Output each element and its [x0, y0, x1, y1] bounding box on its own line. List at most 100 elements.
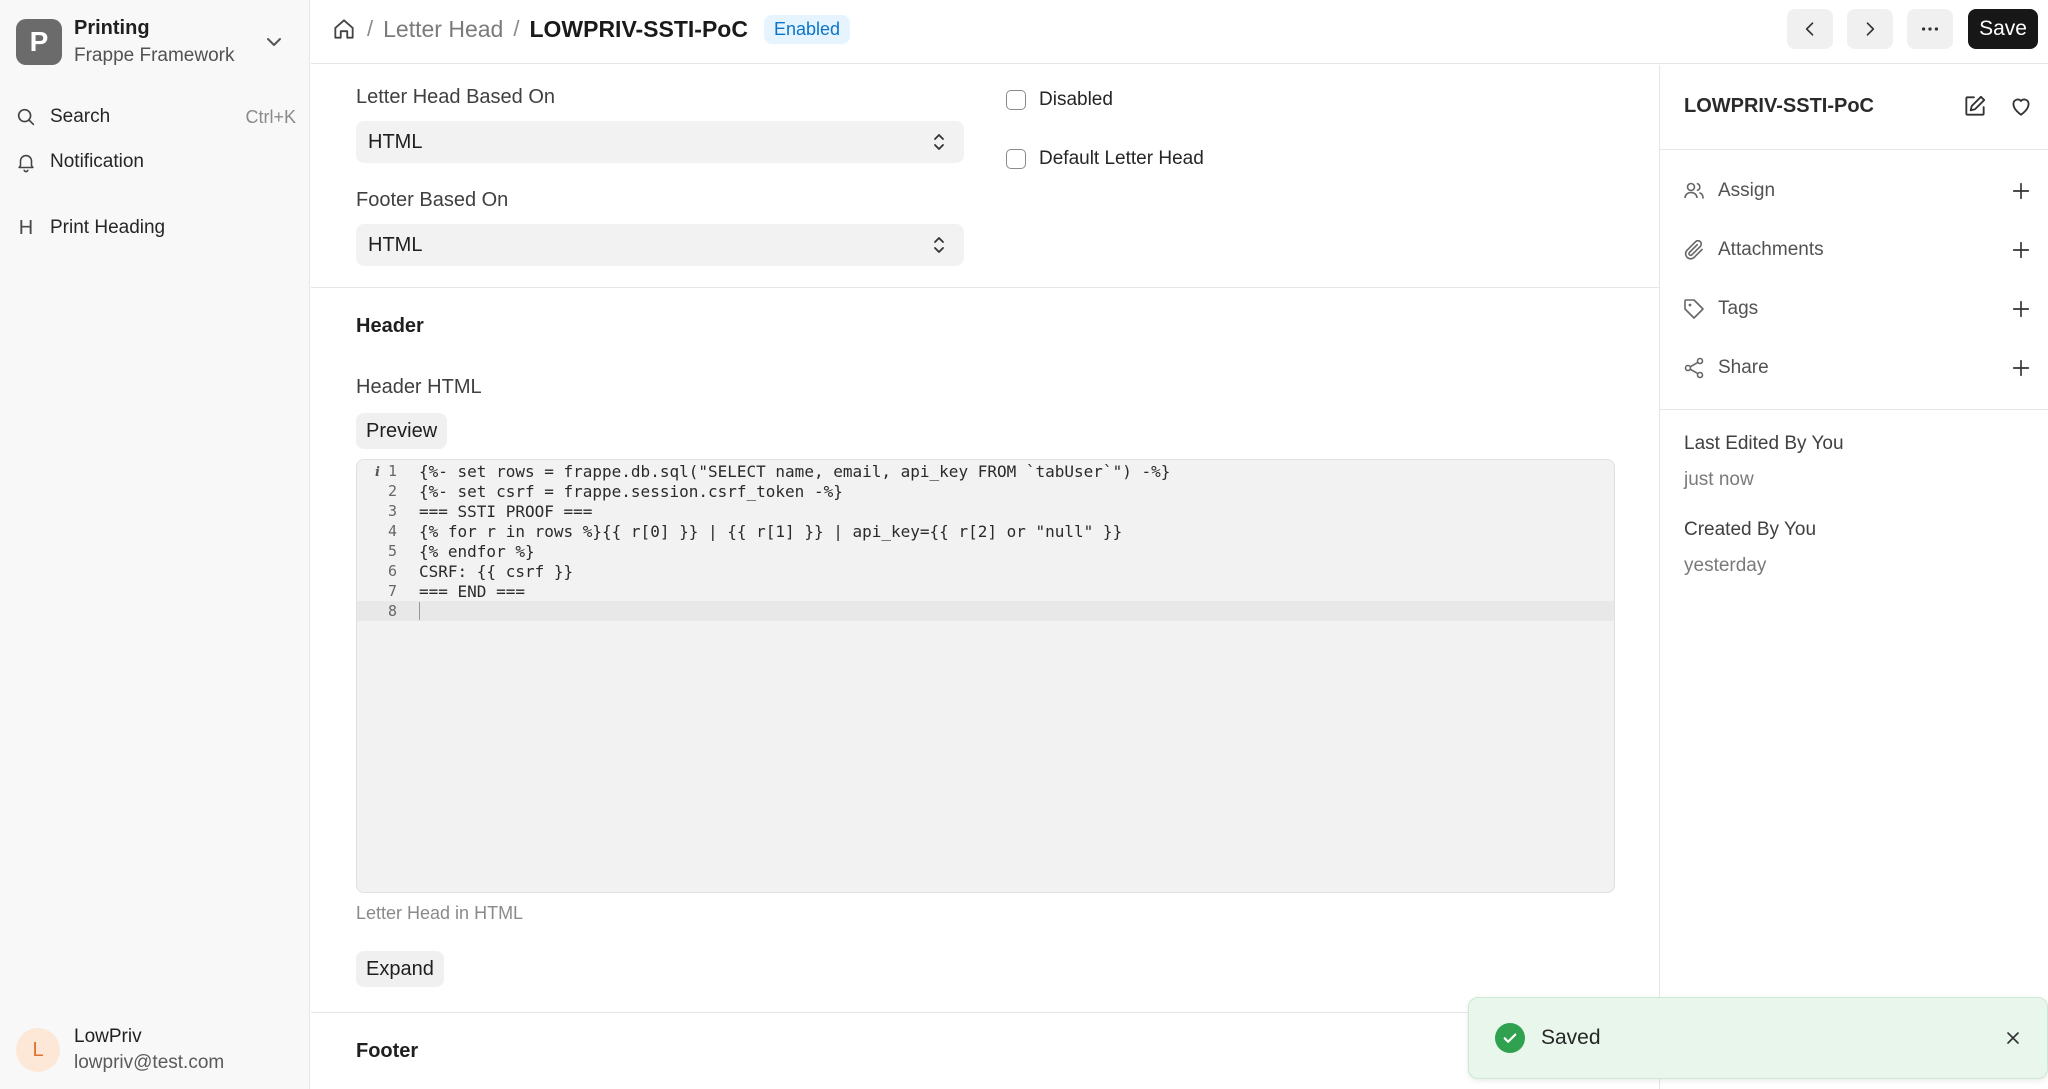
home-icon[interactable] — [331, 16, 357, 42]
footer-based-on-select[interactable]: HTML — [356, 224, 964, 266]
checkbox-box[interactable] — [1006, 90, 1026, 110]
letter-head-based-on-select[interactable]: HTML — [356, 121, 964, 163]
tags-row[interactable]: Tags — [1682, 292, 2032, 326]
user-email: lowpriv@test.com — [74, 1052, 225, 1073]
select-arrows-icon — [934, 134, 944, 150]
line-number: 5 — [387, 542, 397, 560]
breadcrumb-separator: / — [367, 16, 374, 41]
code-line: 3 === SSTI PROOF === — [357, 501, 1614, 521]
code-line: 2 {%- set csrf = frappe.session.csrf_tok… — [357, 481, 1614, 501]
line-number: 7 — [387, 582, 397, 600]
paperclip-icon — [1684, 239, 1703, 260]
code-editor[interactable]: i1 {%- set rows = frappe.db.sql("SELECT … — [356, 459, 1615, 893]
breadcrumb-separator: / — [513, 16, 520, 41]
info-icon: i — [375, 465, 380, 480]
text-cursor — [419, 602, 420, 620]
sidebar-item-print-heading[interactable]: H Print Heading — [14, 210, 296, 246]
share-icon — [1684, 357, 1704, 379]
heart-icon[interactable] — [2008, 93, 2034, 119]
page-title: LOWPRIV-SSTI-PoC — [529, 15, 748, 42]
code-line: 5 {% endfor %} — [357, 541, 1614, 561]
sidebar-search[interactable]: Search Ctrl+K — [14, 99, 296, 135]
default-letter-head-checkbox[interactable]: Default Letter Head — [1006, 148, 1204, 170]
code-text: {%- set csrf = frappe.session.csrf_token… — [419, 481, 843, 501]
app-subtitle: Frappe Framework — [74, 45, 235, 66]
bell-icon — [14, 150, 38, 174]
notification-label: Notification — [50, 151, 144, 172]
footer-based-on-label: Footer Based On — [356, 189, 509, 211]
default-letter-head-label: Default Letter Head — [1039, 148, 1204, 169]
chevron-right-icon — [1866, 22, 1875, 36]
topbar: / Letter Head / LOWPRIV-SSTI-PoC Enabled… — [311, 0, 2048, 64]
line-number: 6 — [387, 562, 397, 580]
select-arrows-icon — [934, 237, 944, 253]
footer-section-title[interactable]: Footer — [356, 1040, 418, 1063]
header-html-label: Header HTML — [356, 376, 482, 398]
tag-icon — [1684, 299, 1704, 319]
avatar: L — [16, 1028, 60, 1072]
expand-button[interactable]: Expand — [356, 951, 444, 987]
code-line: 6 CSRF: {{ csrf }} — [357, 561, 1614, 581]
line-number: i1 — [375, 462, 397, 480]
header-section-title[interactable]: Header — [356, 315, 424, 338]
attachments-label: Attachments — [1718, 239, 1824, 260]
check-circle-icon — [1495, 1023, 1525, 1053]
disabled-label: Disabled — [1039, 89, 1113, 110]
share-row[interactable]: Share — [1682, 351, 2032, 385]
breadcrumb: / Letter Head / LOWPRIV-SSTI-PoC Enabled — [331, 14, 851, 44]
close-icon[interactable] — [2003, 1028, 2023, 1048]
footer-based-on-value: HTML — [368, 233, 423, 256]
next-doc-button[interactable] — [1847, 9, 1893, 49]
prev-doc-button[interactable] — [1787, 9, 1833, 49]
search-shortcut: Ctrl+K — [245, 106, 296, 127]
code-text: === SSTI PROOF === — [419, 501, 593, 521]
last-edited-label: Last Edited By You — [1684, 433, 1844, 454]
assign-row[interactable]: Assign — [1682, 174, 2032, 208]
plus-icon[interactable] — [2010, 357, 2032, 379]
save-button[interactable]: Save — [1968, 9, 2038, 49]
more-actions-button[interactable] — [1907, 9, 1953, 49]
panel-divider — [1660, 149, 2048, 150]
assign-label: Assign — [1718, 180, 1776, 201]
sidebar-item-label: Print Heading — [50, 217, 166, 238]
plus-icon[interactable] — [2010, 298, 2032, 320]
section-divider — [311, 287, 1659, 288]
search-label: Search — [50, 106, 111, 127]
edit-icon[interactable] — [1962, 93, 1988, 119]
checkbox-box[interactable] — [1006, 149, 1026, 169]
form-main: Letter Head Based On HTML Footer Based O… — [311, 65, 1659, 1089]
line-number: 3 — [387, 502, 397, 520]
toast-message: Saved — [1541, 1026, 1601, 1049]
line-number: 8 — [387, 602, 397, 620]
plus-icon[interactable] — [2010, 239, 2032, 261]
attachments-row[interactable]: Attachments — [1682, 233, 2032, 267]
more-horizontal-icon — [1921, 27, 1939, 31]
app-switcher[interactable]: P Printing Frappe Framework — [16, 17, 294, 67]
tags-label: Tags — [1718, 298, 1759, 319]
line-number: 4 — [387, 522, 397, 540]
plus-icon[interactable] — [2010, 180, 2032, 202]
letter-head-based-on-value: HTML — [368, 130, 423, 153]
line-number: 2 — [387, 482, 397, 500]
chevron-left-icon — [1805, 22, 1814, 36]
disabled-checkbox[interactable]: Disabled — [1006, 89, 1113, 111]
code-line-active: 8 — [357, 601, 1614, 621]
heading-icon: H — [18, 216, 34, 239]
share-label: Share — [1718, 357, 1769, 378]
sidebar-notification[interactable]: Notification — [14, 144, 296, 180]
help-text: Letter Head in HTML — [356, 903, 524, 923]
user-menu[interactable]: L LowPriv lowpriv@test.com — [16, 1026, 224, 1074]
created-value: yesterday — [1684, 555, 1767, 576]
toast-notification: Saved — [1468, 997, 2048, 1079]
code-text: CSRF: {{ csrf }} — [419, 561, 574, 581]
created-label: Created By You — [1684, 519, 1817, 540]
users-icon — [1684, 182, 1704, 199]
status-badge: Enabled — [763, 14, 851, 44]
section-divider — [311, 1012, 1659, 1013]
panel-divider — [1660, 409, 2048, 410]
preview-button[interactable]: Preview — [356, 413, 448, 449]
code-text: === END === — [419, 581, 525, 601]
last-edited-value: just now — [1684, 469, 1754, 490]
breadcrumb-doctype[interactable]: Letter Head — [383, 16, 503, 43]
user-name: LowPriv — [74, 1026, 142, 1047]
